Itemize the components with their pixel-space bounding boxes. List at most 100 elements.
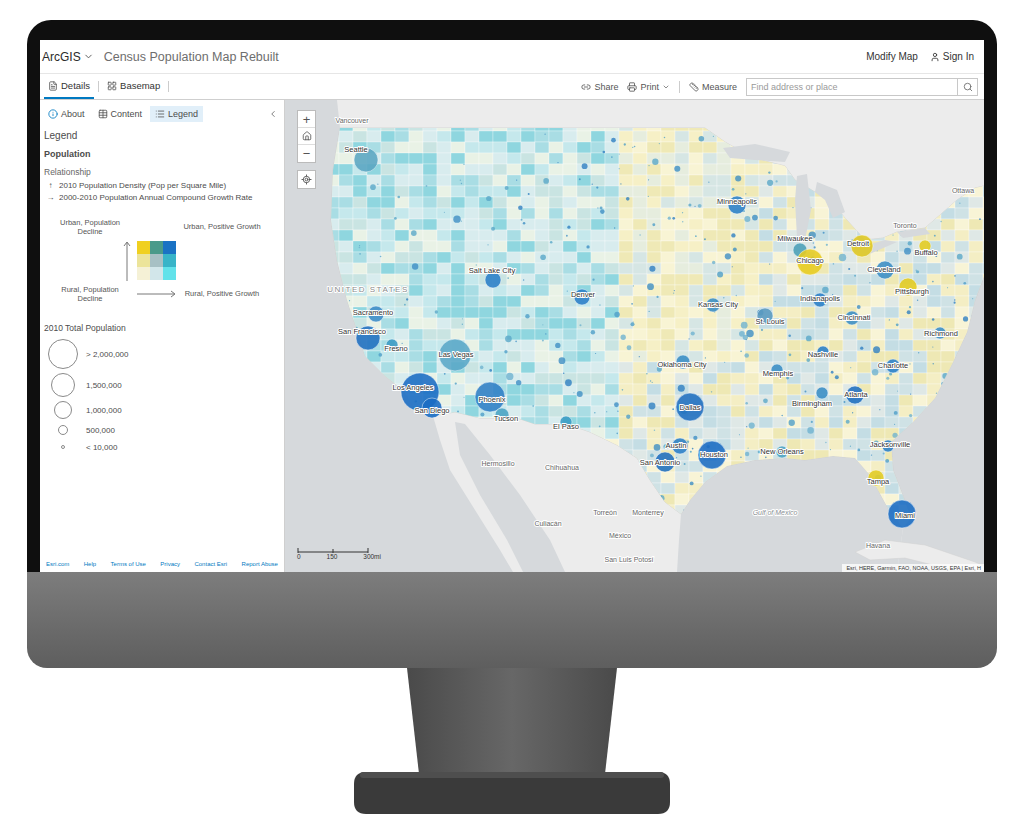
footer-link[interactable]: Contact Esri — [194, 561, 227, 567]
map[interactable]: UNITED STATESGulf of MexicoVancouverToro… — [285, 100, 984, 572]
county-cell — [381, 131, 395, 142]
county-cell — [941, 197, 955, 208]
county-cell — [759, 164, 773, 175]
population-dot — [453, 467, 454, 468]
county-cell — [577, 494, 591, 505]
sidebar: AboutContentLegendLegendPopulationRelati… — [40, 100, 285, 572]
population-dot — [682, 221, 683, 222]
county-cell — [381, 175, 395, 186]
county-cell — [661, 329, 675, 340]
population-dot — [739, 434, 740, 435]
corner-label: Rural, Positive Growth — [180, 287, 264, 300]
county-cell — [815, 241, 829, 252]
county-cell — [633, 131, 647, 142]
vertical-arrow — [122, 240, 132, 282]
county-cell — [605, 483, 619, 494]
county-cell — [619, 494, 633, 505]
color-cell — [150, 267, 163, 280]
toolbar-action[interactable]: Measure — [689, 82, 737, 92]
county-cell — [843, 483, 857, 494]
county-cell — [591, 450, 605, 461]
county-cell — [521, 120, 535, 131]
county-cell — [619, 175, 633, 186]
county-cell — [647, 373, 661, 384]
population-dot — [872, 369, 878, 375]
county-cell — [927, 219, 941, 230]
county-cell — [759, 186, 773, 197]
county-cell — [451, 417, 465, 428]
county-cell — [535, 384, 549, 395]
sidebar-tab[interactable]: Content — [93, 106, 148, 122]
sidebar-tab[interactable]: About — [43, 106, 90, 122]
county-cell — [829, 120, 843, 131]
county-cell — [815, 329, 829, 340]
county-cell — [437, 307, 451, 318]
county-cell — [871, 505, 885, 516]
county-cell — [899, 153, 913, 164]
county-cell — [731, 230, 745, 241]
county-cell — [479, 307, 493, 318]
footer-link[interactable]: Privacy — [160, 561, 180, 567]
county-cell — [451, 494, 465, 505]
ocean — [285, 100, 513, 572]
county-cell — [437, 241, 451, 252]
county-cell — [731, 241, 745, 252]
toolbar-tab[interactable]: Details — [44, 74, 94, 99]
collapse-button[interactable] — [268, 109, 278, 119]
county-cell — [675, 230, 689, 241]
map-canvas[interactable]: UNITED STATESGulf of MexicoVancouverToro… — [285, 100, 984, 572]
population-dot — [972, 298, 973, 299]
county-cell — [395, 351, 409, 362]
modify-map-link[interactable]: Modify Map — [866, 51, 918, 62]
county-cell — [549, 197, 563, 208]
county-cell — [325, 175, 339, 186]
county-cell — [423, 329, 437, 340]
size-legend-title: 2010 Total Population — [44, 323, 280, 333]
population-dot — [811, 421, 813, 423]
county-cell — [899, 197, 913, 208]
county-cell — [689, 164, 703, 175]
toolbar-action[interactable]: Share — [581, 82, 618, 92]
sidebar-tab[interactable]: Legend — [150, 106, 203, 122]
county-cell — [773, 351, 787, 362]
county-cell — [703, 505, 717, 516]
county-cell — [507, 285, 521, 296]
population-dot — [519, 442, 522, 445]
product-menu[interactable]: ArcGIS — [42, 50, 94, 64]
county-cell — [717, 164, 731, 175]
county-cell — [339, 252, 353, 263]
county-cell — [563, 142, 577, 153]
sign-in-link[interactable]: Sign In — [930, 51, 974, 62]
search-input[interactable] — [747, 79, 957, 95]
county-cell — [927, 472, 941, 483]
footer-link[interactable]: Report Abuse — [242, 561, 278, 567]
toolbar-action[interactable]: Print — [627, 82, 670, 92]
county-cell — [871, 186, 885, 197]
county-cell — [535, 197, 549, 208]
footer-link[interactable]: Help — [84, 561, 96, 567]
county-cell — [759, 483, 773, 494]
county-cell — [395, 472, 409, 483]
toolbar-tab[interactable]: Basemap — [103, 74, 164, 99]
search-button[interactable] — [957, 79, 977, 95]
county-cell — [339, 461, 353, 472]
county-cell — [479, 252, 493, 263]
county-cell — [633, 362, 647, 373]
county-cell — [367, 483, 381, 494]
county-cell — [577, 516, 591, 527]
county-cell — [661, 472, 675, 483]
population-dot — [652, 382, 653, 383]
county-cell — [647, 274, 661, 285]
county-cell — [409, 472, 423, 483]
county-cell — [801, 142, 815, 153]
county-cell — [451, 175, 465, 186]
county-cell — [591, 219, 605, 230]
county-cell — [381, 120, 395, 131]
county-cell — [451, 274, 465, 285]
footer-link[interactable]: Esri.com — [46, 561, 69, 567]
county-cell — [507, 428, 521, 439]
county-cell — [605, 472, 619, 483]
county-cell — [731, 516, 745, 527]
county-cell — [759, 296, 773, 307]
footer-link[interactable]: Terms of Use — [111, 561, 146, 567]
